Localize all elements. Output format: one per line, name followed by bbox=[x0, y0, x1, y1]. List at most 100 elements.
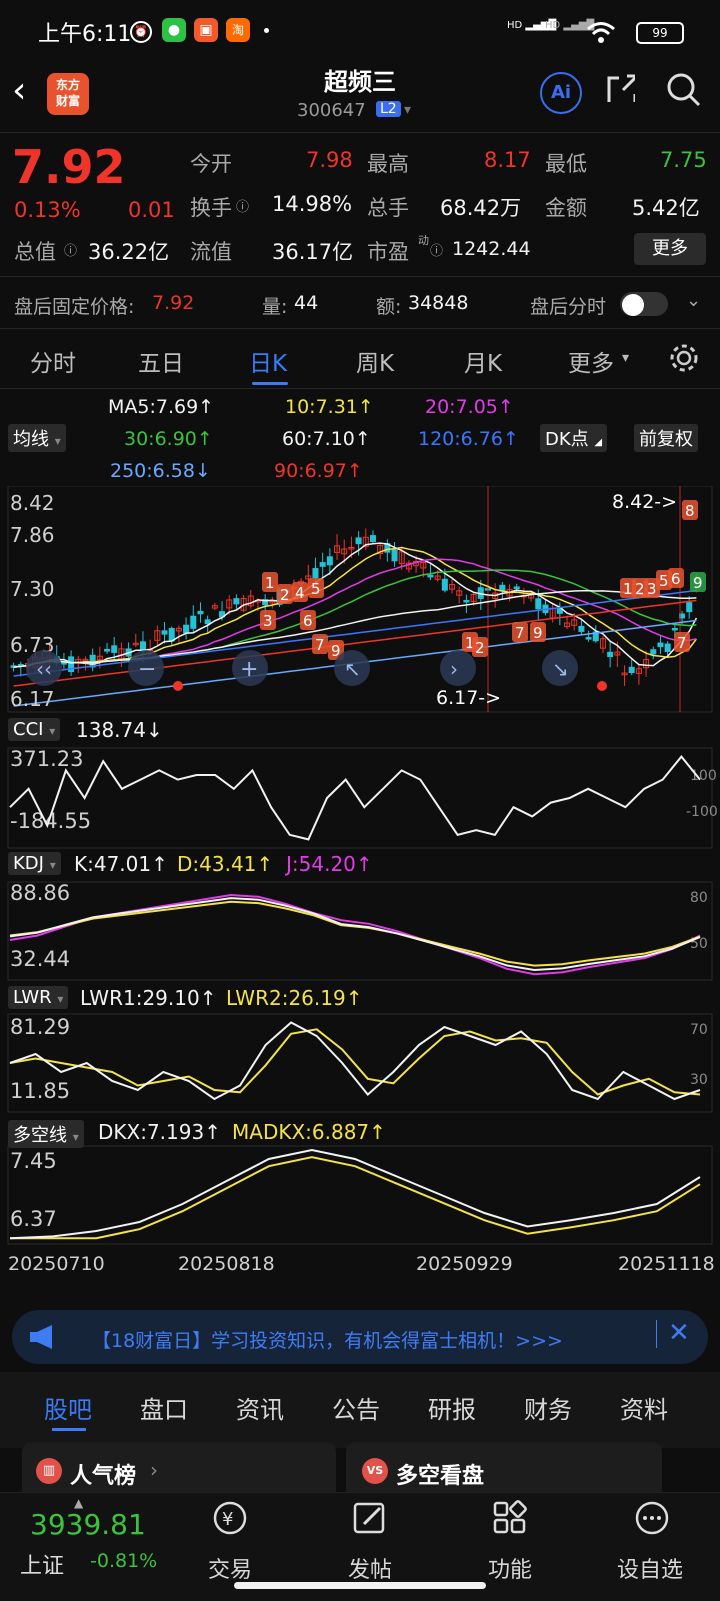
nav-right-icon[interactable] bbox=[440, 650, 476, 686]
settings-gear-icon[interactable] bbox=[668, 342, 700, 374]
share-icon[interactable] bbox=[605, 72, 635, 102]
tab-profile[interactable]: 资料 bbox=[620, 1390, 668, 1425]
bull-bear-card-label: 多空看盘 bbox=[396, 1464, 485, 1489]
mktcap-label: 总值 bbox=[14, 240, 56, 264]
ai-assistant-button[interactable]: Ai bbox=[540, 72, 582, 114]
signal-badge-text-4: 5 bbox=[311, 580, 321, 598]
nav-add-watchlist[interactable]: 设自选 bbox=[600, 1552, 700, 1584]
stock-code: 300647 bbox=[297, 100, 366, 121]
home-indicator[interactable] bbox=[234, 1582, 486, 1589]
change-pct: 0.13% bbox=[14, 198, 81, 222]
lwr-top-label: 81.29 bbox=[10, 1015, 70, 1039]
header-divider bbox=[0, 132, 720, 133]
tab-intraday[interactable]: 分时 bbox=[30, 344, 76, 378]
madkx-value: MADKX:6.887↑ bbox=[232, 1120, 386, 1144]
pe-info-icon[interactable]: ⓘ bbox=[430, 240, 443, 259]
dkx-line bbox=[9, 1148, 701, 1240]
kline-nav-controls[interactable]: ‹‹ − + ↖ › ↘ bbox=[26, 650, 578, 686]
low-label: 最低 bbox=[545, 152, 587, 176]
dk-point-button[interactable]: DK点 ◢ bbox=[540, 424, 608, 452]
adjust-button[interactable]: 前复权 bbox=[634, 424, 698, 452]
signal-badge-text-11: 9 bbox=[533, 624, 543, 642]
quote-divider bbox=[0, 276, 720, 277]
trade-icon[interactable]: ¥ bbox=[210, 1498, 250, 1538]
kdj-k-value: K:47.01↑ bbox=[74, 852, 168, 876]
tab-guba[interactable]: 股吧 bbox=[44, 1390, 92, 1425]
promo-banner-text[interactable]: 【18财富日】学习投资知识，有机会得富士相机！>>> bbox=[92, 1326, 563, 1353]
lwr2-value: LWR2:26.19↑ bbox=[226, 986, 363, 1010]
lwr2-line bbox=[9, 1028, 701, 1096]
signal-markers: 132 4 567 9 1 27 91 2 3 5 6789 bbox=[260, 500, 706, 660]
candle-body bbox=[664, 643, 671, 652]
vs-icon: VS bbox=[362, 1458, 388, 1484]
kdj-selector[interactable]: KDJ ▾ bbox=[8, 852, 61, 875]
functions-grid-icon[interactable] bbox=[490, 1498, 530, 1538]
close-icon[interactable]: ✕ bbox=[668, 1318, 690, 1348]
cci-selector[interactable]: CCI ▾ bbox=[8, 718, 61, 741]
after-hours-price: 7.92 bbox=[152, 292, 195, 314]
index-value[interactable]: 3939.81 bbox=[30, 1508, 146, 1541]
banner-separator bbox=[656, 1320, 657, 1348]
ma-selector[interactable]: 均线 ▾ bbox=[8, 424, 66, 452]
turnover-label: 换手 bbox=[190, 196, 232, 220]
tab-daily-k[interactable]: 日K bbox=[249, 344, 287, 378]
tab-weekly-k[interactable]: 周K bbox=[356, 344, 394, 378]
lwr-ref-hi: 70 bbox=[690, 1022, 708, 1038]
tab-finance[interactable]: 财务 bbox=[524, 1390, 572, 1425]
nav-trade[interactable]: 交易 bbox=[180, 1552, 280, 1584]
kdj-bottom-label: 32.44 bbox=[10, 947, 70, 971]
tab-five-day[interactable]: 五日 bbox=[138, 344, 184, 378]
min-price-label: 6.17-> bbox=[436, 687, 501, 709]
turnover-info-icon[interactable]: ⓘ bbox=[236, 196, 249, 215]
signal-dot-1 bbox=[173, 681, 183, 691]
tab-announcements[interactable]: 公告 bbox=[332, 1390, 380, 1425]
candle-body bbox=[326, 556, 333, 566]
lwr-selector[interactable]: LWR ▾ bbox=[8, 986, 69, 1009]
nav-left-glyph: ‹‹ bbox=[36, 657, 52, 681]
ma250-label: 250:6.58↓ bbox=[110, 460, 211, 482]
candle-body bbox=[319, 562, 326, 567]
candle-body bbox=[369, 535, 376, 542]
tab-more-caret-icon: ▾ bbox=[622, 350, 630, 366]
tab-more[interactable]: 更多 bbox=[568, 344, 614, 378]
candle-body bbox=[233, 598, 240, 605]
zoom-in-glyph: + bbox=[240, 657, 258, 682]
candle-body bbox=[650, 649, 657, 655]
move-glyph: ↖ bbox=[344, 657, 361, 681]
chevron-down-icon[interactable]: ⌄ bbox=[686, 290, 701, 311]
level2-badge[interactable]: L2 bbox=[376, 101, 401, 117]
nav-functions[interactable]: 功能 bbox=[460, 1552, 560, 1584]
mktcap-info-icon[interactable]: ⓘ bbox=[64, 240, 77, 259]
tab-news[interactable]: 资讯 bbox=[236, 1390, 284, 1425]
open-value: 7.98 bbox=[306, 148, 353, 172]
tab-monthly-k[interactable]: 月K bbox=[464, 344, 502, 378]
ma-selector-label: 均线 bbox=[13, 429, 49, 450]
tab-research[interactable]: 研报 bbox=[428, 1390, 476, 1425]
more-options-icon[interactable] bbox=[632, 1498, 672, 1538]
candle-body bbox=[585, 637, 592, 640]
search-icon[interactable] bbox=[666, 72, 702, 108]
turnover-value: 14.98% bbox=[272, 192, 353, 216]
ma90-label: 90:6.97↑ bbox=[274, 460, 363, 482]
nav-post[interactable]: 发帖 bbox=[320, 1552, 420, 1584]
bottom-tab-underline bbox=[52, 1428, 86, 1431]
kline-chart-area[interactable]: 132 4 567 9 1 27 91 2 3 5 6789 8.42 7.86 7.30 6.73… bbox=[0, 486, 720, 1286]
kdj-panel bbox=[7, 881, 713, 981]
signal-dot-2 bbox=[597, 681, 607, 691]
candle-body bbox=[168, 627, 175, 642]
code-dropdown-icon[interactable]: ▾ bbox=[404, 102, 411, 118]
dkx-selector[interactable]: 多空线 ▾ bbox=[8, 1120, 84, 1148]
candle-body bbox=[104, 648, 111, 652]
chevron-right-icon: › bbox=[150, 1458, 158, 1482]
signal-badge-text-2: 2 bbox=[280, 586, 290, 604]
battery-indicator: 99 bbox=[636, 22, 684, 44]
signal-badge-text-9: 2 bbox=[475, 639, 485, 657]
more-quote-button[interactable]: 更多 bbox=[634, 233, 706, 265]
candle-body bbox=[578, 625, 585, 632]
post-edit-icon[interactable] bbox=[350, 1498, 390, 1538]
candle-body bbox=[111, 645, 118, 653]
ma60-label: 60:7.10↑ bbox=[282, 428, 371, 450]
candle-body bbox=[204, 619, 211, 625]
lwr1-line bbox=[9, 1021, 701, 1101]
tab-pankou[interactable]: 盘口 bbox=[140, 1390, 188, 1425]
